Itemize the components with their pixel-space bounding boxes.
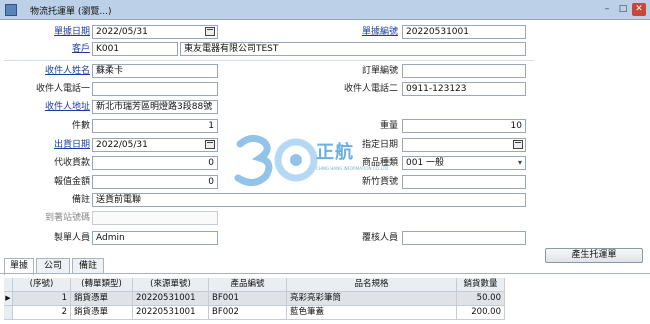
chevron-down-icon[interactable]: ▾ <box>518 157 522 169</box>
grid-cell[interactable]: 200.00 <box>457 306 505 320</box>
ship-date-label[interactable]: 出貨日期 <box>20 138 90 152</box>
grid-cell[interactable]: 藍色筆蓋 <box>287 306 457 320</box>
receiver-name-field[interactable]: 蘇柔卡 <box>92 64 218 78</box>
grid-cell[interactable]: BF002 <box>209 306 287 320</box>
grid-cell[interactable]: 銷貨憑單 <box>71 292 133 306</box>
grid-cell[interactable]: BF001 <box>209 292 287 306</box>
cod-label: 代收貨款 <box>53 158 90 168</box>
grid-cell[interactable]: 50.00 <box>457 292 505 306</box>
customer-name-field[interactable]: 東友電器有限公司TEST <box>180 42 526 56</box>
receiver-phone1-label: 收件人電話一 <box>35 84 90 94</box>
ship-no-field[interactable] <box>402 64 526 78</box>
divider <box>4 60 534 61</box>
column-header[interactable]: (轉單類型) <box>71 278 133 292</box>
reviewer-field[interactable] <box>402 231 526 245</box>
receiver-phone1-field[interactable] <box>92 82 218 96</box>
reviewer-label: 覆核人員 <box>361 233 398 243</box>
product-type-value: 001 一般 <box>406 158 445 168</box>
pieces-field[interactable]: 1 <box>92 119 218 133</box>
row-header-corner <box>4 278 13 292</box>
close-button[interactable]: ✕ <box>632 3 646 16</box>
table-row[interactable]: ▶ 1 銷貨憑單 20220531001 BF001 亮彩亮彩筆筒 50.00 <box>4 292 646 306</box>
order-no-label[interactable]: 單據編號 <box>330 25 398 39</box>
column-header[interactable]: 產品編號 <box>209 278 287 292</box>
product-type-select[interactable]: 001 一般 ▾ <box>402 156 526 170</box>
maximize-button[interactable]: □ <box>616 3 630 16</box>
tab-company[interactable]: 公司 <box>36 258 70 274</box>
cod-field[interactable]: 0 <box>92 156 218 170</box>
row-selector-icon[interactable]: ▶ <box>4 292 13 306</box>
order-date-value: 2022/05/31 <box>96 27 148 37</box>
ship-no-label: 訂單編號 <box>361 66 398 76</box>
window-title: 物流托運單 (瀏覽...) <box>30 7 112 17</box>
ship-date-value: 2022/05/31 <box>96 140 148 150</box>
station-field[interactable] <box>92 211 218 225</box>
title-bar: 物流托運單 (瀏覽...) – □ ✕ <box>0 0 650 20</box>
new-goods-field[interactable] <box>402 175 526 189</box>
declared-field[interactable]: 0 <box>92 175 218 189</box>
receiver-name-label[interactable]: 收件人姓名 <box>20 64 90 78</box>
tab-divider <box>0 273 650 274</box>
watermark-brand: 正航 <box>316 142 354 163</box>
order-no-field[interactable]: 20220531001 <box>402 25 526 39</box>
calendar-icon[interactable] <box>513 140 523 149</box>
grid-cell[interactable]: 20220531001 <box>133 306 209 320</box>
order-date-label[interactable]: 單據日期 <box>20 25 90 39</box>
grid-cell[interactable]: 20220531001 <box>133 292 209 306</box>
ship-date-field[interactable]: 2022/05/31 <box>92 138 218 152</box>
calendar-icon[interactable] <box>205 140 215 149</box>
column-header[interactable]: (來源單號) <box>133 278 209 292</box>
watermark-subtitle: CHING HANG INFORMATION CO.,LTD <box>316 166 389 171</box>
grid-cell[interactable]: 亮彩亮彩筆筒 <box>287 292 457 306</box>
company-logo <box>234 135 318 186</box>
column-header[interactable]: 銷貨數量 <box>457 278 505 292</box>
row-selector[interactable] <box>4 306 13 320</box>
table-row[interactable]: 2 銷貨憑單 20220531001 BF002 藍色筆蓋 200.00 <box>4 306 646 320</box>
appoint-date-field[interactable] <box>402 138 526 152</box>
grid-cell[interactable]: 銷貨憑單 <box>71 306 133 320</box>
receiver-address-field[interactable]: 新北市瑞芳區明燈路3段88號 <box>92 100 218 114</box>
app-icon <box>5 4 17 16</box>
create-waybill-button[interactable]: 產生托運單 <box>545 248 643 263</box>
column-header[interactable]: (序號) <box>13 278 71 292</box>
customer-label[interactable]: 客戶 <box>20 42 90 56</box>
column-header[interactable]: 品名規格 <box>287 278 457 292</box>
creator-field[interactable]: Admin <box>92 231 218 245</box>
customer-code-field[interactable]: K001 <box>92 42 178 56</box>
order-date-field[interactable]: 2022/05/31 <box>92 25 218 39</box>
minimize-button[interactable]: – <box>600 3 614 16</box>
creator-label: 製單人員 <box>53 233 90 243</box>
grid-cell[interactable]: 1 <box>13 292 71 306</box>
calendar-icon[interactable] <box>205 27 215 36</box>
memo-label: 備註 <box>71 195 90 205</box>
receiver-phone2-label: 收件人電話二 <box>343 84 398 94</box>
weight-field[interactable]: 10 <box>402 119 526 133</box>
tab-memo[interactable]: 備註 <box>72 258 104 274</box>
grid-cell[interactable]: 2 <box>13 306 71 320</box>
receiver-phone2-field[interactable]: 0911-123123 <box>402 82 526 96</box>
receiver-address-label[interactable]: 收件人地址 <box>20 100 90 114</box>
grid-header-row: (序號) (轉單類型) (來源單號) 產品編號 品名規格 銷貨數量 <box>4 278 646 292</box>
pieces-label: 件數 <box>71 121 90 131</box>
station-label: 到著站號碼 <box>44 213 90 223</box>
memo-field[interactable]: 送貨前電聯 <box>92 193 526 207</box>
declared-label: 報值金額 <box>53 177 90 187</box>
